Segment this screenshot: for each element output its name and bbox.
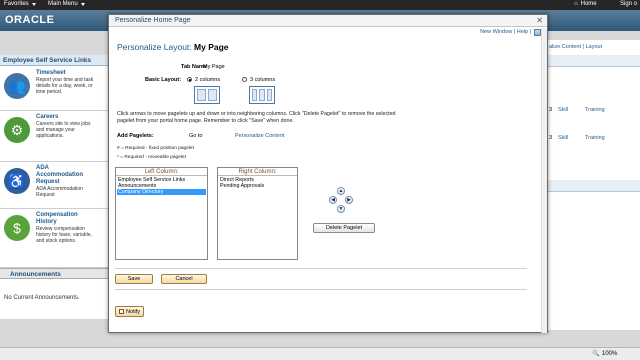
- right-column-header: Right Column:: [218, 168, 297, 176]
- divider: [115, 289, 527, 290]
- tile-description: ADA Accommodation Request: [36, 186, 83, 198]
- notify-button[interactable]: Notify: [115, 306, 145, 317]
- arrow-right-icon: ▶: [347, 197, 351, 203]
- two-column-layout-icon[interactable]: [194, 86, 220, 104]
- personalize-layout-links[interactable]: alize Content | Layout: [549, 44, 602, 50]
- panel-title: Employee Self Service Links: [0, 55, 120, 66]
- browser-status-bar: 🔍 100%: [0, 347, 640, 360]
- three-column-layout-icon[interactable]: [249, 86, 275, 104]
- sign-out-link[interactable]: Sign o: [620, 1, 637, 7]
- main-menu[interactable]: Main Menu: [48, 1, 85, 7]
- main-menu-label: Main Menu: [48, 1, 78, 7]
- page-title-name: My Page: [194, 42, 229, 52]
- tile-title: Compensation History: [36, 212, 78, 225]
- add-pagelets-label: Add Pagelets:: [117, 133, 154, 139]
- list-item-selected[interactable]: Company Directory: [117, 189, 206, 195]
- notify-icon: [119, 309, 124, 314]
- legend-fixed: # = Required - fixed position pagelet: [117, 146, 194, 151]
- tile-description: Report your time and task details for a …: [36, 77, 94, 95]
- home-icon: ⌂: [574, 1, 578, 7]
- notify-label: Notify: [126, 308, 141, 315]
- announcements-body: No Current Announcements.: [0, 279, 120, 319]
- tile-compensation[interactable]: $ Compensation History Review compensati…: [0, 209, 120, 268]
- arrow-up-icon: ▲: [338, 188, 344, 194]
- dollar-icon: $: [4, 215, 30, 241]
- instructions-text: Click arrows to move pagelets up and dow…: [117, 111, 396, 124]
- skill-link[interactable]: Skill: [558, 135, 568, 141]
- favorites-label: Favorites: [4, 1, 29, 7]
- move-left-button[interactable]: ◀: [329, 196, 337, 204]
- home-label: Home: [580, 1, 597, 7]
- three-columns-radio[interactable]: [242, 77, 247, 82]
- tile-title: Timesheet: [36, 70, 66, 76]
- careers-icon: ⚙: [4, 117, 30, 143]
- two-columns-label: 2 columns: [195, 77, 221, 83]
- personalize-modal: Personalize Home Page ✕ New Window | Hel…: [108, 14, 548, 333]
- modal-scrollbar[interactable]: [541, 28, 547, 333]
- training-link[interactable]: Training: [585, 107, 605, 113]
- right-pagelet-header: [546, 55, 640, 67]
- page-title: Personalize Layout: My Page: [117, 42, 229, 52]
- oracle-logo: ORACLE: [5, 14, 55, 26]
- row-number: 3: [549, 107, 553, 113]
- arrow-left-icon: ◀: [331, 197, 335, 203]
- page-title-prefix: Personalize Layout:: [117, 42, 192, 52]
- favorites-menu[interactable]: Favorites: [4, 1, 36, 7]
- right-pagelet-header-2: [546, 180, 640, 192]
- chevron-down-icon: [80, 2, 85, 6]
- arrow-down-icon: ▼: [338, 206, 344, 212]
- goto-label: Go to: [189, 133, 203, 139]
- personalize-content-link[interactable]: Personalize Content: [235, 133, 285, 139]
- delete-pagelet-button[interactable]: Delete Pagelet: [313, 223, 375, 233]
- basic-layout-label: Basic Layout:: [145, 77, 182, 83]
- chevron-down-icon: [31, 2, 36, 6]
- two-columns-radio[interactable]: [187, 77, 192, 82]
- timesheet-icon: 👥: [4, 73, 30, 99]
- divider: [115, 268, 527, 269]
- zoom-icon: 🔍: [592, 351, 600, 357]
- modal-header-links[interactable]: New Window | Help |: [480, 29, 531, 35]
- tile-description: Careers site to view jobs and manage you…: [36, 121, 91, 139]
- accessibility-icon: ♿: [4, 168, 30, 194]
- save-button[interactable]: Save: [115, 274, 153, 284]
- announcements-header: Announcements: [0, 268, 120, 279]
- left-column-header: Left Column:: [116, 168, 207, 176]
- tab-name-value: My Page: [203, 64, 225, 70]
- tile-title: ADA Accommodation Request: [36, 165, 84, 185]
- move-right-button[interactable]: ▶: [345, 196, 353, 204]
- home-link[interactable]: ⌂ Home: [574, 1, 597, 7]
- move-up-button[interactable]: ▲: [337, 187, 345, 195]
- modal-title: Personalize Home Page: [115, 17, 191, 24]
- grid-icon[interactable]: [534, 29, 541, 36]
- top-menu-bar: Favorites Main Menu ⌂ Home Sign o: [0, 0, 640, 10]
- left-column-list[interactable]: Left Column: Employee Self Service Links…: [115, 167, 208, 260]
- modal-title-bar: Personalize Home Page ✕: [109, 15, 547, 27]
- close-icon[interactable]: ✕: [536, 16, 543, 25]
- tile-careers[interactable]: ⚙ Careers Careers site to view jobs and …: [0, 111, 120, 162]
- zoom-level[interactable]: 100%: [602, 351, 617, 357]
- sign-out-label: Sign o: [620, 1, 638, 7]
- training-link[interactable]: Training: [585, 135, 605, 141]
- right-column-list[interactable]: Right Column: Direct Reports Pending App…: [217, 167, 298, 260]
- move-down-button[interactable]: ▼: [337, 205, 345, 213]
- cancel-button[interactable]: Cancel: [161, 274, 207, 284]
- row-number: 3: [549, 135, 553, 141]
- tile-description: Review compensation history for base, va…: [36, 226, 92, 244]
- tile-ada[interactable]: ♿ ADA Accommodation Request ADA Accommod…: [0, 162, 120, 209]
- three-columns-label: 3 columns: [250, 77, 276, 83]
- legend-moveable: * = Required - moveable pagelet: [117, 155, 186, 160]
- skill-link[interactable]: Skill: [558, 107, 568, 113]
- list-item[interactable]: Pending Approvals: [219, 183, 296, 189]
- tile-timesheet[interactable]: 👥 Timesheet Report your time and task de…: [0, 67, 120, 111]
- tile-title: Careers: [36, 114, 59, 120]
